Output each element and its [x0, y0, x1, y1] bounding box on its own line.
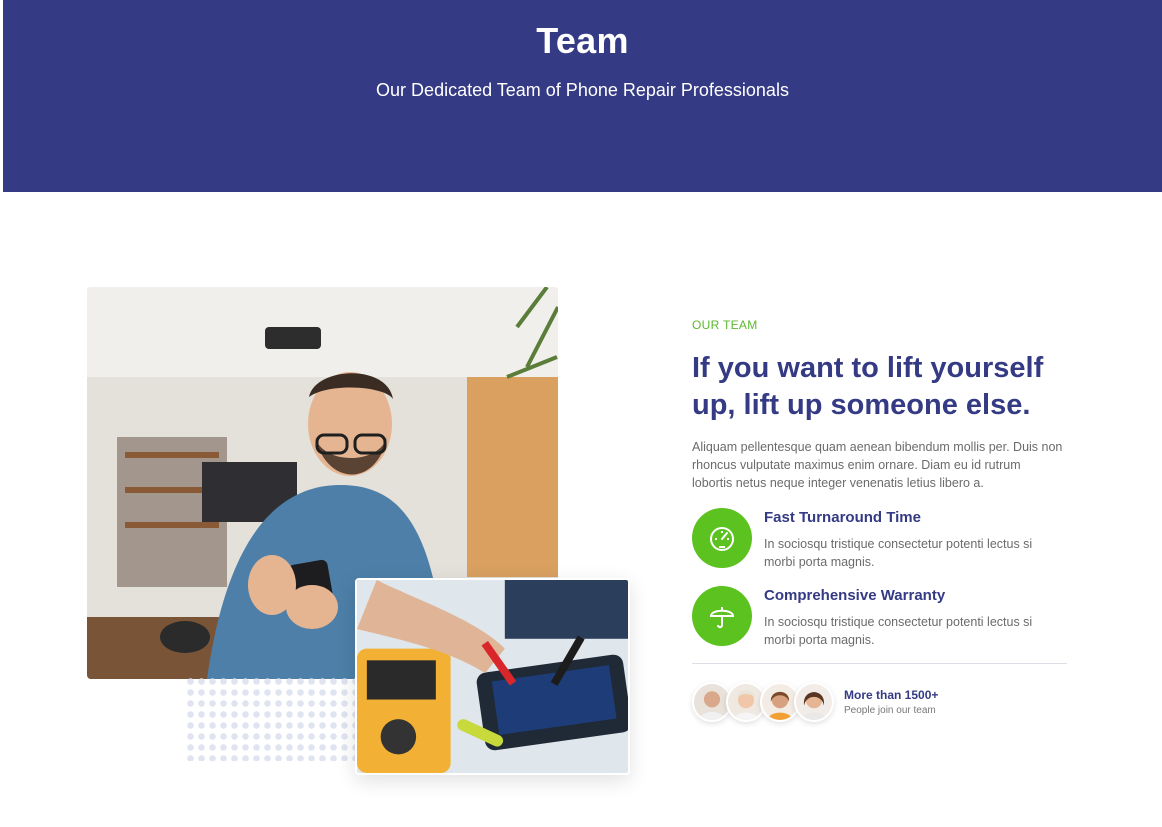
avatar — [794, 682, 834, 722]
feature-title: Fast Turnaround Time — [764, 509, 921, 526]
umbrella-icon — [692, 586, 752, 646]
feature-title: Comprehensive Warranty — [764, 587, 946, 604]
feature-description: In sociosqu tristique consectetur potent… — [764, 615, 1033, 647]
page-subtitle: Our Dedicated Team of Phone Repair Profe… — [376, 80, 789, 100]
section-divider — [692, 663, 1067, 664]
section-paragraph: Aliquam pellentesque quam aenean bibendu… — [692, 440, 1063, 490]
feature-fast-turnaround: Fast Turnaround Time In sociosqu tristiq… — [692, 508, 1072, 570]
team-count: More than 1500+ — [844, 688, 939, 702]
feature-warranty: Comprehensive Warranty In sociosqu trist… — [692, 586, 1072, 648]
speedometer-icon — [692, 508, 752, 568]
team-members-summary: More than 1500+ People join our team — [692, 680, 1072, 726]
about-team-section: OUR TEAM If you want to lift yourself up… — [692, 318, 1072, 722]
feature-description: In sociosqu tristique consectetur potent… — [764, 537, 1033, 569]
section-eyebrow: OUR TEAM — [692, 318, 758, 332]
section-heading: If you want to lift yourself up, lift up… — [692, 352, 1044, 421]
page-hero: Team Our Dedicated Team of Phone Repair … — [3, 0, 1162, 192]
page-title: Team — [536, 20, 629, 61]
avatar-group — [692, 680, 837, 726]
team-note: People join our team — [844, 705, 936, 716]
repair-closeup-photo — [355, 578, 630, 775]
decorative-dot-pattern — [185, 676, 360, 761]
